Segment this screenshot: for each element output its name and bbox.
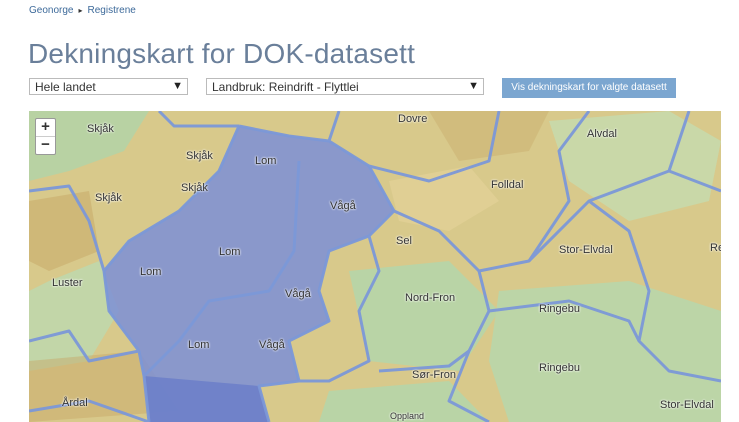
map-label: Alvdal [587, 128, 617, 140]
map-label: Luster [52, 277, 83, 289]
zoom-out-button[interactable]: − [36, 137, 55, 154]
area-select[interactable]: Hele landet ▼ [29, 78, 188, 95]
map-label: Vågå [330, 200, 356, 212]
map-label: Oppland [390, 411, 425, 421]
map-label: Vågå [285, 288, 311, 300]
map-label: Lom [219, 246, 241, 258]
map-label: Nord-Fron [405, 292, 456, 304]
map-label: Re [710, 242, 721, 254]
zoom-in-button[interactable]: + [36, 119, 55, 137]
breadcrumb-current-link[interactable]: Registrene [88, 5, 136, 16]
breadcrumb: Geonorge ▸ Registrene [29, 5, 136, 16]
map-canvas [29, 111, 721, 422]
map-label: Sør-Fron [412, 369, 456, 381]
map-label: Sel [396, 235, 412, 247]
map-label: Lom [188, 339, 210, 351]
map-label: Lom [255, 155, 277, 167]
triangle-down-icon: ▼ [172, 80, 183, 92]
map-label: Ringebu [539, 362, 580, 374]
map-label: Dovre [398, 113, 428, 125]
zoom-control: + − [35, 118, 56, 155]
map-label: Stor-Elvdal [660, 399, 714, 411]
breadcrumb-separator-icon: ▸ [78, 6, 83, 15]
map-label: Skjåk [181, 182, 208, 194]
area-select-value: Hele landet [35, 80, 96, 94]
dataset-select-value: Landbruk: Reindrift - Flyttlei [212, 80, 359, 94]
map-label: Stor-Elvdal [559, 244, 613, 256]
map-label: Folldal [491, 179, 524, 191]
map-label: Skjåk [87, 123, 114, 135]
map-label: Vågå [259, 339, 285, 351]
map-label: Skjåk [186, 150, 213, 162]
coverage-map[interactable]: + − Skjåk Skjåk Skjåk Skjåk Lom Lom Lom … [29, 111, 721, 422]
map-label: Ringebu [539, 303, 580, 315]
show-coverage-button[interactable]: Vis dekningskart for valgte datasett [502, 78, 676, 98]
page-title: Dekningskart for DOK-datasett [28, 38, 416, 69]
map-label: Lom [140, 266, 162, 278]
breadcrumb-home-link[interactable]: Geonorge [29, 5, 73, 16]
map-label: Årdal [62, 397, 88, 409]
triangle-down-icon: ▼ [468, 80, 479, 92]
dataset-select[interactable]: Landbruk: Reindrift - Flyttlei ▼ [206, 78, 484, 95]
map-label: Skjåk [95, 192, 122, 204]
